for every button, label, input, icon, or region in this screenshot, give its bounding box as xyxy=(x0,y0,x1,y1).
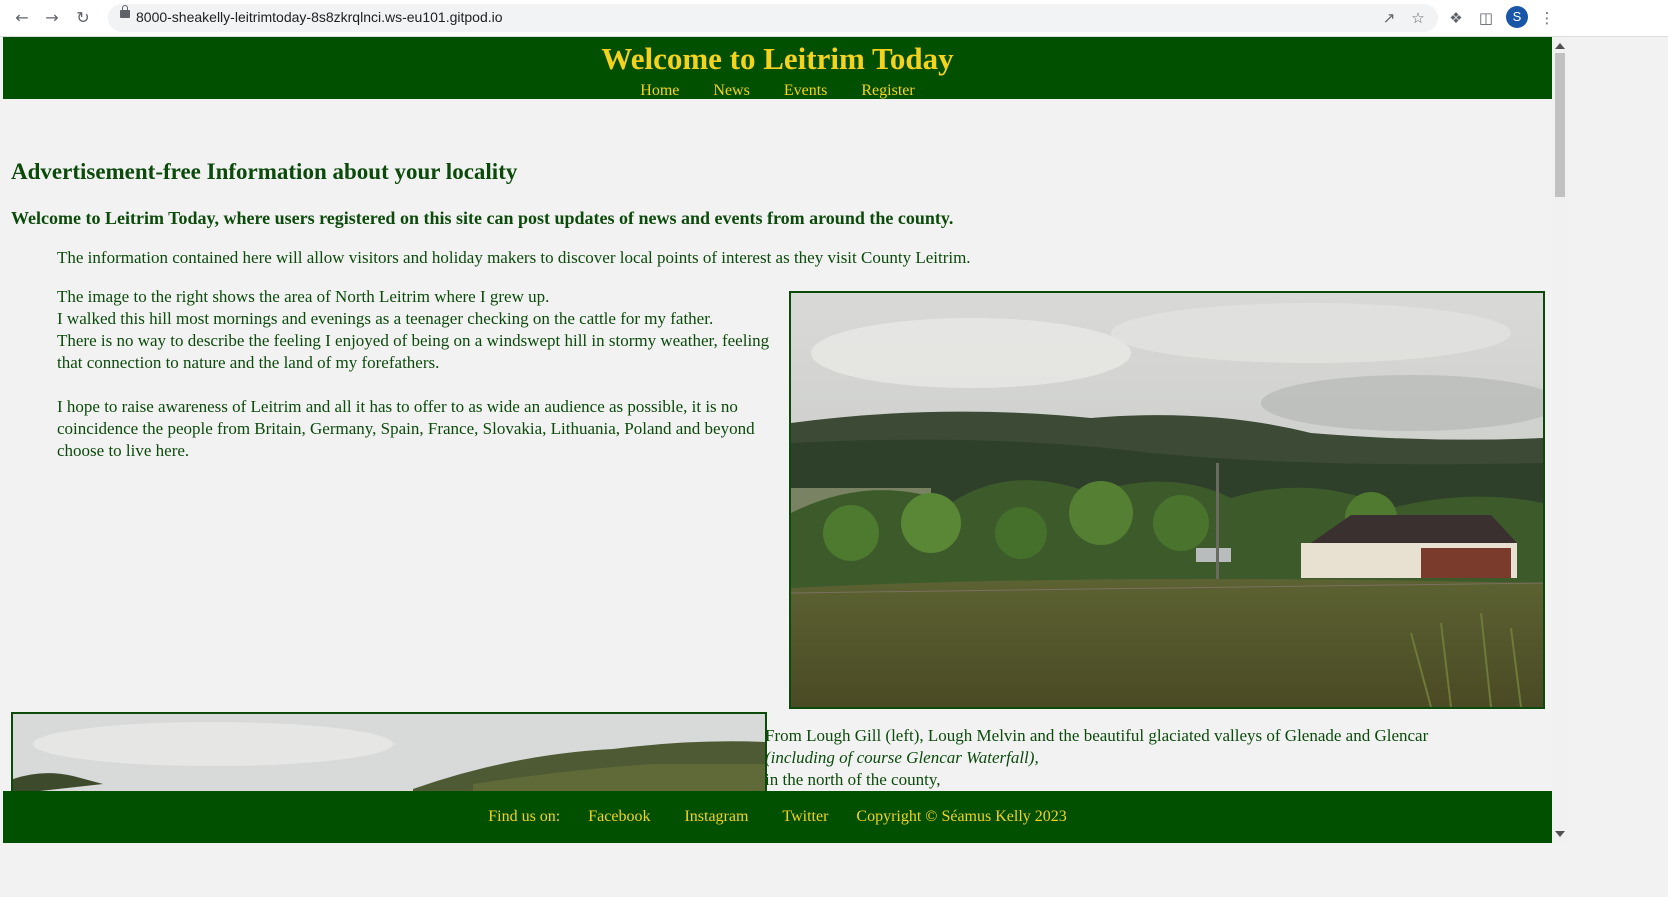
lower-line-italic: (including of course Glencar Waterfall), xyxy=(765,748,1039,767)
site-title: Welcome to Leitrim Today xyxy=(601,41,954,76)
avatar[interactable]: S xyxy=(1506,6,1528,28)
intro-line: The image to the right shows the area of… xyxy=(57,287,550,306)
copyright-text: Copyright © Séamus Kelly 2023 xyxy=(856,808,1067,825)
share-icon[interactable]: ↗ xyxy=(1377,6,1401,30)
page-viewport: Welcome to Leitrim Today Home News Event… xyxy=(3,37,1552,897)
back-icon[interactable]: ← xyxy=(10,6,34,30)
page-headline: Advertisement-free Information about you… xyxy=(11,159,518,184)
intro-text: The image to the right shows the area of… xyxy=(57,286,792,462)
lower-text: From Lough Gill (left), Lough Melvin and… xyxy=(765,725,1428,791)
instagram-link[interactable]: Instagram xyxy=(684,808,748,825)
awareness-paragraph: I hope to raise awareness of Leitrim and… xyxy=(57,397,755,460)
browser-toolbar: ← → ↻ 8000-sheakelly-leitrimtoday-8s8zkr… xyxy=(0,0,1668,37)
page-scrollbar[interactable] xyxy=(1552,37,1568,843)
intro-line: I walked this hill most mornings and eve… xyxy=(57,309,714,328)
scroll-down-icon[interactable] xyxy=(1555,831,1565,837)
url-text[interactable]: 8000-sheakelly-leitrimtoday-8s8zkrqlnci.… xyxy=(136,9,503,25)
nav-news[interactable]: News xyxy=(713,82,749,99)
north-leitrim-photo xyxy=(789,291,1545,709)
sidepanel-icon[interactable]: ◫ xyxy=(1474,6,1498,30)
intro-paragraph: The image to the right shows the area of… xyxy=(57,286,792,374)
footer-row: Find us on: Facebook Instagram Twitter C… xyxy=(3,791,1552,826)
info-paragraph: The information contained here will allo… xyxy=(57,248,971,267)
main-nav: Home News Events Register xyxy=(3,82,1552,100)
forward-icon[interactable]: → xyxy=(40,6,64,30)
facebook-link[interactable]: Facebook xyxy=(588,808,650,825)
menu-icon[interactable]: ⋮ xyxy=(1535,6,1559,30)
scrollbar-thumb[interactable] xyxy=(1555,53,1565,197)
nav-events[interactable]: Events xyxy=(784,82,828,99)
find-us-label: Find us on: xyxy=(488,808,561,825)
welcome-heading: Welcome to Leitrim Today, where users re… xyxy=(11,208,954,228)
intro-line: There is no way to describe the feeling … xyxy=(57,331,770,372)
address-bar[interactable]: 8000-sheakelly-leitrimtoday-8s8zkrqlnci.… xyxy=(108,4,1438,32)
scroll-up-icon[interactable] xyxy=(1555,43,1565,49)
lower-line: From Lough Gill (left), Lough Melvin and… xyxy=(765,726,1429,745)
lock-icon[interactable] xyxy=(120,5,130,18)
twitter-link[interactable]: Twitter xyxy=(782,808,828,825)
reload-icon[interactable]: ↻ xyxy=(71,6,95,30)
extensions-icon[interactable]: ❖ xyxy=(1444,6,1468,30)
site-footer: Find us on: Facebook Instagram Twitter C… xyxy=(3,791,1552,843)
site-header: Welcome to Leitrim Today Home News Event… xyxy=(3,37,1552,99)
nav-register[interactable]: Register xyxy=(861,82,914,99)
lower-line: in the north of the county, xyxy=(765,770,941,789)
nav-home[interactable]: Home xyxy=(640,82,679,99)
landscape-image xyxy=(791,293,1543,707)
star-icon[interactable]: ☆ xyxy=(1406,6,1430,30)
